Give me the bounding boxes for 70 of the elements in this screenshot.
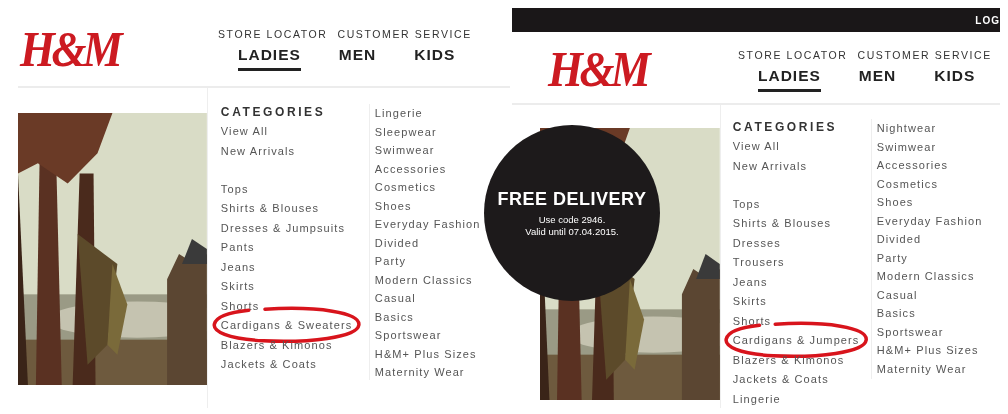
menu-link[interactable]: Divided	[876, 230, 983, 249]
menu-link[interactable]: Swimwear	[876, 137, 983, 156]
utility-link[interactable]: STORE LOCATOR	[738, 49, 848, 61]
promo-text: Use code 2946.	[538, 213, 606, 226]
menu-link[interactable]: Modern Classics	[876, 267, 983, 286]
promo-title: FREE DELIVERY	[497, 188, 647, 210]
menu-link[interactable]: Shoes	[374, 196, 481, 215]
menu-link[interactable]: Cosmetics	[374, 178, 481, 197]
menu-link[interactable]: Jackets & Coats	[220, 355, 317, 374]
menu-link[interactable]: H&M+ Plus Sizes	[374, 344, 481, 363]
menu-link[interactable]: Nightwear	[876, 119, 983, 138]
menu-link[interactable]: New Arrivals	[220, 141, 296, 160]
menu-link[interactable]: New Arrivals	[732, 156, 808, 175]
menu-link[interactable]: Sleepwear	[374, 122, 481, 141]
nav-tab[interactable]: MEN	[858, 65, 897, 92]
login-link[interactable]: LOG	[975, 14, 1000, 26]
menu-link[interactable]: Sportswear	[374, 326, 481, 345]
menu-link[interactable]: Divided	[374, 233, 481, 252]
menu-link[interactable]: Party	[876, 248, 983, 267]
menu-link[interactable]: Accessories	[374, 159, 481, 178]
menu-heading: CATEGORIES	[220, 104, 327, 121]
menu-link[interactable]: Lingerie	[374, 104, 481, 123]
menu-link[interactable]: Cardigans & Sweaters	[220, 316, 353, 335]
menu-link[interactable]: Shirts & Blouses	[220, 199, 320, 218]
nav-tab[interactable]: LADIES	[758, 65, 821, 92]
menu-link[interactable]: Cosmetics	[876, 174, 983, 193]
promo-text: Valid until 07.04.2015.	[525, 225, 619, 238]
menu-link[interactable]: Casual	[374, 289, 481, 308]
menu-link[interactable]: Trousers	[732, 253, 785, 272]
menu-link[interactable]: Shorts	[732, 311, 772, 330]
menu-link[interactable]: Dresses & Jumpsuits	[220, 218, 346, 237]
menu-link[interactable]: Shoes	[876, 193, 983, 212]
nav-tab[interactable]: KIDS	[934, 65, 976, 92]
menu-link[interactable]: Casual	[876, 285, 983, 304]
menu-link[interactable]: Maternity Wear	[374, 363, 481, 382]
nav-tab[interactable]: KIDS	[414, 44, 456, 71]
menu-link[interactable]: Lingerie	[732, 389, 781, 408]
menu-link[interactable]: Tops	[732, 194, 761, 213]
menu-link[interactable]: Shorts	[220, 296, 260, 315]
menu-link[interactable]: Basics	[876, 304, 983, 323]
logo[interactable]: H&M	[20, 20, 199, 78]
menu-link[interactable]: Accessories	[876, 156, 983, 175]
menu-link[interactable]: Party	[374, 252, 481, 271]
menu-link[interactable]: Pants	[220, 238, 255, 257]
menu-link[interactable]: Maternity Wear	[876, 359, 983, 378]
utility-link[interactable]: STORE LOCATOR	[218, 28, 328, 40]
utility-link[interactable]: CUSTOMER SERVICE	[857, 49, 992, 61]
menu-link[interactable]: Everyday Fashion	[876, 211, 983, 230]
logo[interactable]: H&M	[548, 40, 719, 98]
menu-link[interactable]: Swimwear	[374, 141, 481, 160]
menu-link[interactable]: View All	[732, 137, 780, 156]
utility-link[interactable]: CUSTOMER SERVICE	[337, 28, 472, 40]
menu-link[interactable]: View All	[220, 122, 268, 141]
menu-link[interactable]: Shirts & Blouses	[732, 214, 832, 233]
menu-link[interactable]: Everyday Fashion	[374, 215, 481, 234]
nav-tab[interactable]: MEN	[338, 44, 377, 71]
menu-link[interactable]: Tops	[220, 179, 249, 198]
nav-tab[interactable]: LADIES	[238, 44, 301, 71]
menu-link[interactable]: Dresses	[732, 233, 781, 252]
menu-link[interactable]: H&M+ Plus Sizes	[876, 341, 983, 360]
menu-link[interactable]: Cardigans & Jumpers	[732, 331, 860, 350]
menu-link[interactable]: Jeans	[732, 272, 768, 291]
menu-link[interactable]: Sportswear	[876, 322, 983, 341]
menu-link[interactable]: Skirts	[732, 292, 767, 311]
menu-link[interactable]: Modern Classics	[374, 270, 481, 289]
menu-heading: CATEGORIES	[732, 119, 839, 136]
menu-link[interactable]: Jackets & Coats	[732, 370, 829, 389]
menu-link[interactable]: Jeans	[220, 257, 256, 276]
menu-link[interactable]: Skirts	[220, 277, 255, 296]
menu-link[interactable]: Basics	[374, 307, 481, 326]
